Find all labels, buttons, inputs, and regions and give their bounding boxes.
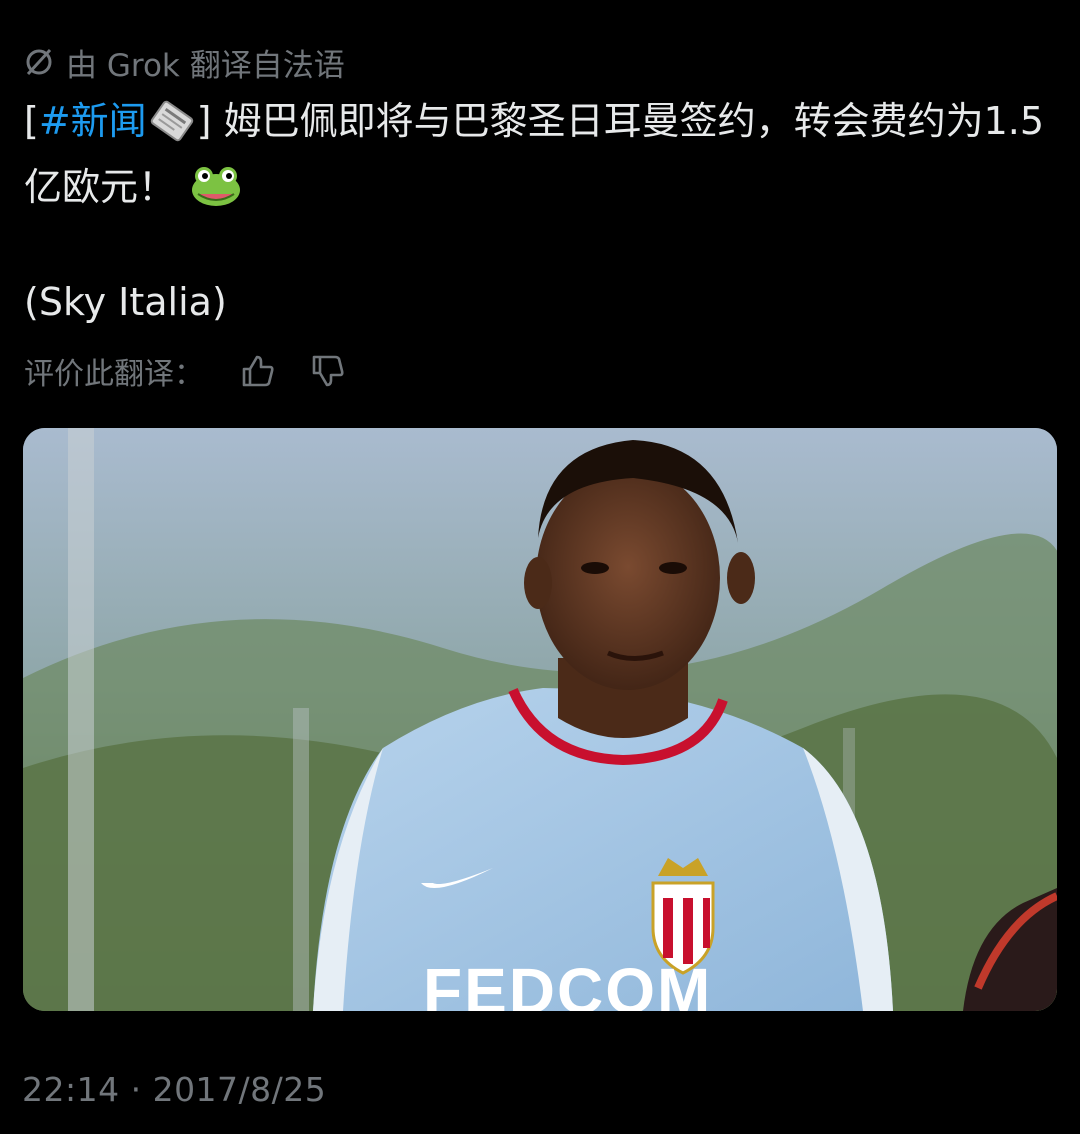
tweet-timestamp[interactable]: 22:14 · 2017/8/25: [22, 1070, 326, 1109]
tweet-text: [#新闻] 姆巴佩即将与巴黎圣日耳曼签约，转会费约为1.5亿欧元！: [24, 92, 1054, 224]
jersey-sponsor-text: FEDCOM: [423, 955, 712, 1011]
rate-translation: 评价此翻译：: [24, 348, 348, 394]
rate-translation-label: 评价此翻译：: [24, 357, 204, 392]
bracket-open: [: [24, 99, 39, 143]
tweet-source: (Sky Italia): [24, 280, 227, 324]
thumbs-down-icon[interactable]: [308, 351, 348, 391]
tweet-image[interactable]: FEDCOM: [23, 428, 1057, 1011]
translated-by-label: 由 Grok 翻译自法语: [66, 47, 345, 84]
hashtag-link[interactable]: #新闻: [39, 99, 147, 143]
thumbs-up-icon[interactable]: [238, 351, 278, 391]
frog-emoji-icon: [188, 164, 244, 224]
grok-icon: [22, 45, 56, 79]
translated-by-grok: 由 Grok 翻译自法语: [22, 40, 345, 84]
player-photo: FEDCOM: [23, 428, 1057, 1011]
newspaper-emoji-icon: [147, 100, 197, 158]
